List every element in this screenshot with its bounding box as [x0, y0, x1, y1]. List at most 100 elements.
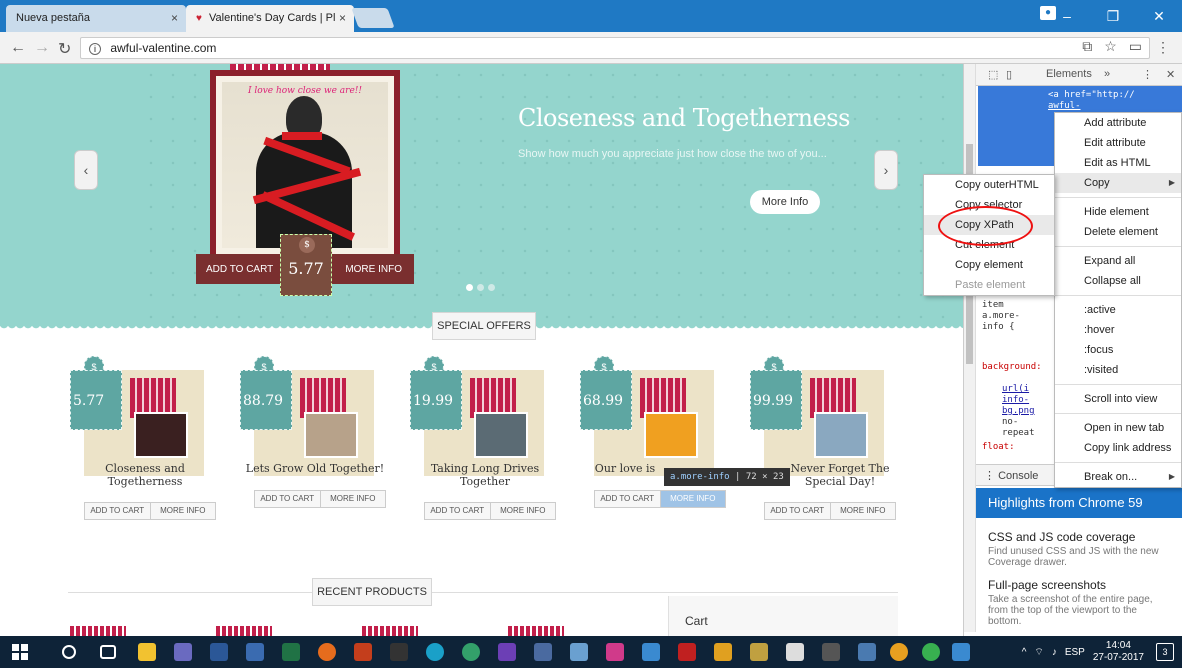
chrome-icon[interactable]: [890, 643, 908, 661]
more-info-button[interactable]: MORE INFO: [149, 503, 216, 519]
devtools-close-icon[interactable]: ✕: [1166, 68, 1175, 81]
add-to-cart-button[interactable]: ADD TO CART: [85, 503, 150, 519]
menu-item-open-new-tab[interactable]: Open in new tab: [1055, 418, 1181, 438]
info-icon[interactable]: i: [89, 43, 101, 55]
recent-product-peek[interactable]: [508, 626, 564, 636]
app-icon[interactable]: [952, 643, 970, 661]
product-name[interactable]: Taking Long Drives Together: [410, 462, 560, 488]
menu-item-hover[interactable]: :hover: [1055, 320, 1181, 340]
special-offers-heading[interactable]: SPECIAL OFFERS: [432, 312, 536, 340]
menu-item-copy-link-address[interactable]: Copy link address: [1055, 438, 1181, 458]
style-url[interactable]: url(i: [1002, 384, 1029, 395]
powerpoint-icon[interactable]: [354, 643, 372, 661]
menu-item-delete-element[interactable]: Delete element: [1055, 222, 1181, 242]
app-icon[interactable]: [750, 643, 768, 661]
product-name[interactable]: Closeness and Togetherness: [70, 462, 220, 488]
devtools-menu-icon[interactable]: ⋮: [1142, 68, 1153, 81]
close-window-button[interactable]: ✕: [1136, 0, 1182, 32]
close-tab-icon[interactable]: ×: [171, 11, 178, 25]
close-tab-icon[interactable]: ×: [339, 11, 346, 25]
windows-start-icon[interactable]: [12, 644, 28, 660]
hero-card-image[interactable]: I love how close we are!!: [210, 70, 400, 260]
app-icon[interactable]: [606, 643, 624, 661]
reload-icon[interactable]: ↻: [58, 39, 71, 59]
add-to-cart-button[interactable]: ADD TO CART: [595, 491, 660, 507]
more-info-button[interactable]: MORE INFO: [829, 503, 896, 519]
slider-dot[interactable]: [477, 284, 484, 291]
app-icon[interactable]: [642, 643, 660, 661]
app-icon[interactable]: [858, 643, 876, 661]
new-tab-button[interactable]: [351, 8, 395, 28]
bookmark-star-icon[interactable]: ☆: [1104, 38, 1117, 55]
cast-icon[interactable]: ▭: [1129, 38, 1142, 55]
forward-icon[interactable]: →: [34, 39, 50, 57]
translate-icon[interactable]: ⧉: [1082, 38, 1092, 55]
back-icon[interactable]: ←: [10, 39, 26, 57]
product-name[interactable]: Lets Grow Old Together!: [240, 462, 390, 475]
more-info-button[interactable]: MORE INFO: [489, 503, 556, 519]
app-icon[interactable]: [534, 643, 552, 661]
clock[interactable]: 14:04 27-07-2017: [1093, 640, 1144, 664]
hero-add-to-cart-button[interactable]: ADD TO CART: [206, 264, 273, 275]
menu-item-expand-all[interactable]: Expand all: [1055, 251, 1181, 271]
app-icon[interactable]: [822, 643, 840, 661]
chrome-menu-icon[interactable]: ⋮: [1156, 39, 1170, 56]
drawer-menu-icon[interactable]: ⋮: [984, 470, 998, 482]
menu-item-focus[interactable]: :focus: [1055, 340, 1181, 360]
minimize-button[interactable]: –: [1044, 0, 1090, 32]
app-icon[interactable]: [922, 643, 940, 661]
more-info-button[interactable]: MORE INFO: [319, 491, 386, 507]
menu-item-collapse-all[interactable]: Collapse all: [1055, 271, 1181, 291]
slider-next-button[interactable]: ›: [874, 150, 898, 190]
task-view-icon[interactable]: [100, 645, 116, 659]
slider-dot[interactable]: [466, 284, 473, 291]
app-icon[interactable]: [246, 643, 264, 661]
app-icon[interactable]: [714, 643, 732, 661]
menu-item-add-attribute[interactable]: Add attribute: [1055, 113, 1181, 133]
add-to-cart-button[interactable]: ADD TO CART: [425, 503, 490, 519]
filezilla-icon[interactable]: [678, 643, 696, 661]
add-to-cart-button[interactable]: ADD TO CART: [765, 503, 830, 519]
visual-studio-icon[interactable]: [498, 643, 516, 661]
address-bar[interactable]: i awful-valentine.com: [80, 37, 1150, 59]
menu-item-edit-html[interactable]: Edit as HTML: [1055, 153, 1181, 173]
tab-new-tab[interactable]: Nueva pestaña ×: [6, 5, 186, 32]
inspect-icon[interactable]: ⬚: [988, 68, 998, 81]
language-indicator[interactable]: ESP: [1065, 647, 1085, 658]
maximize-button[interactable]: ❐: [1090, 0, 1136, 32]
more-tabs-icon[interactable]: »: [1104, 68, 1110, 80]
cart-widget[interactable]: Cart: [668, 596, 898, 636]
firefox-icon[interactable]: [318, 643, 336, 661]
search-icon[interactable]: [62, 645, 76, 659]
app-icon[interactable]: [570, 643, 588, 661]
product-name[interactable]: Never Forget The Special Day!: [770, 462, 910, 488]
menu-item-copy-outer-html[interactable]: Copy outerHTML: [924, 175, 1054, 195]
recent-product-peek[interactable]: [216, 626, 272, 636]
product-name[interactable]: Our love is: [580, 462, 670, 475]
menu-item-copy-element[interactable]: Copy element: [924, 255, 1054, 275]
hero-more-info-pill[interactable]: More Info: [750, 190, 820, 214]
tab-valentine[interactable]: ♥ Valentine's Day Cards | Pl ×: [186, 5, 354, 32]
app-icon[interactable]: [390, 643, 408, 661]
menu-item-copy[interactable]: Copy ▶: [1055, 173, 1181, 193]
page-scrollbar[interactable]: [964, 64, 976, 632]
file-explorer-icon[interactable]: [138, 643, 156, 661]
device-toggle-icon[interactable]: ▯: [1006, 68, 1012, 81]
word-icon[interactable]: [210, 643, 228, 661]
menu-item-break-on[interactable]: Break on... ▶: [1055, 467, 1181, 487]
more-info-button[interactable]: MORE INFO: [659, 491, 725, 507]
show-hidden-icons-icon[interactable]: ^: [1022, 647, 1027, 658]
elements-tab[interactable]: Elements: [1046, 68, 1092, 80]
calculator-icon[interactable]: [786, 643, 804, 661]
menu-item-edit-attribute[interactable]: Edit attribute: [1055, 133, 1181, 153]
network-icon[interactable]: ⌔: [1034, 646, 1043, 659]
app-icon[interactable]: [426, 643, 444, 661]
volume-icon[interactable]: ♪: [1052, 647, 1057, 658]
selected-code-link[interactable]: awful-: [1048, 101, 1177, 112]
menu-item-active[interactable]: :active: [1055, 300, 1181, 320]
style-url[interactable]: bg.png: [1002, 406, 1035, 417]
notifications-icon[interactable]: 3: [1156, 643, 1174, 661]
menu-item-visited[interactable]: :visited: [1055, 360, 1181, 380]
recent-product-peek[interactable]: [70, 626, 126, 636]
slider-dot[interactable]: [488, 284, 495, 291]
